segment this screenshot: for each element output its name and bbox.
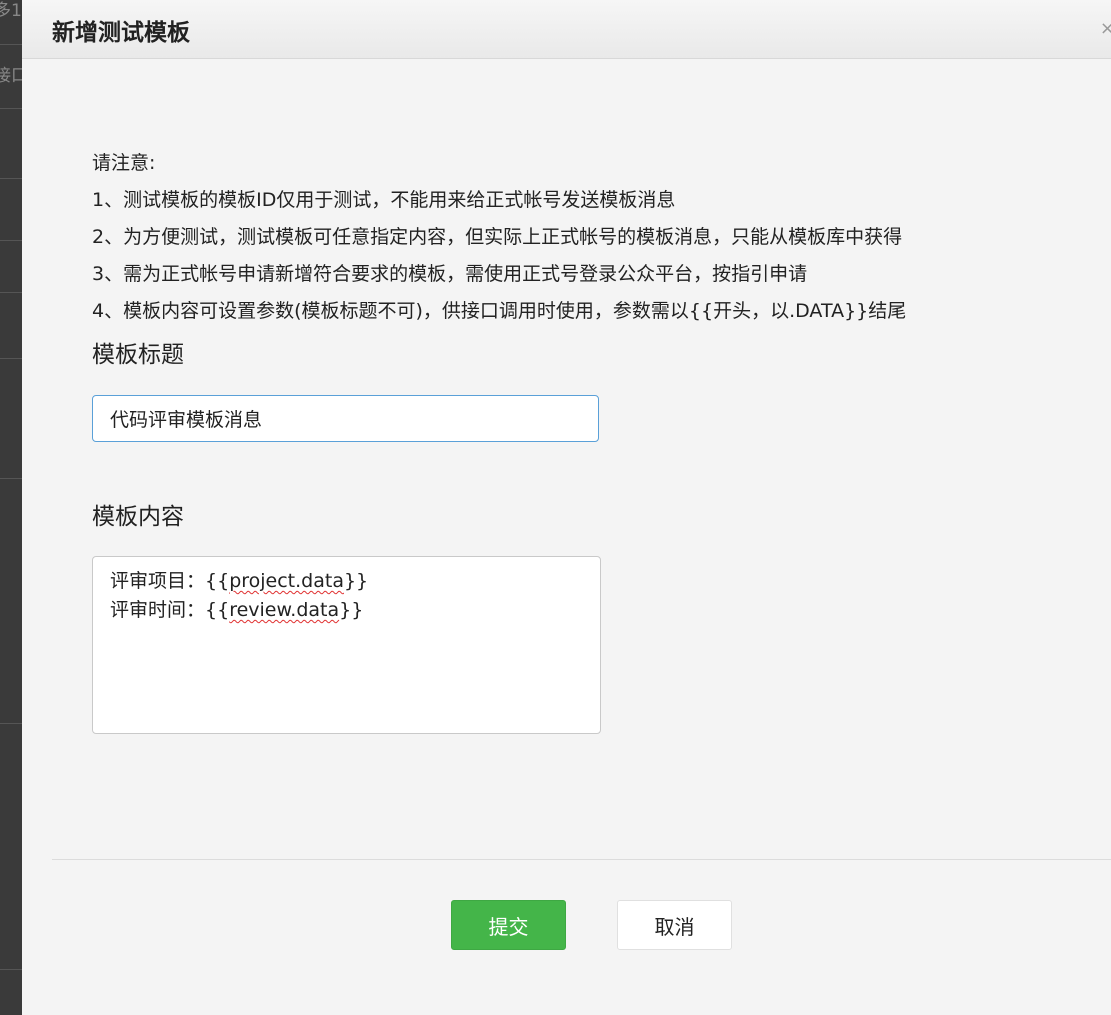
notice-item: 1、测试模板的模板ID仅用于测试，不能用来给正式帐号发送模板消息 bbox=[92, 189, 676, 211]
spellcheck-flag: project.data bbox=[229, 570, 344, 592]
background-cell bbox=[0, 108, 22, 179]
template-content-label: 模板内容 bbox=[92, 504, 184, 530]
dialog-header: 新增测试模板 × bbox=[22, 0, 1111, 59]
footer-divider bbox=[52, 859, 1111, 860]
template-title-label: 模板标题 bbox=[92, 342, 184, 368]
cancel-button[interactable]: 取消 bbox=[617, 900, 732, 950]
notice-item: 3、需为正式帐号申请新增符合要求的模板，需使用正式号登录公众平台，按指引申请 bbox=[92, 263, 808, 285]
background-cell bbox=[0, 292, 22, 359]
background-cell bbox=[0, 358, 22, 479]
template-content-textarea[interactable]: 评审项目：{{project.data}} 评审时间：{{review.data… bbox=[92, 556, 601, 734]
add-test-template-dialog: 新增测试模板 × 请注意: 1、测试模板的模板ID仅用于测试，不能用来给正式帐号… bbox=[22, 0, 1111, 1015]
background-cell: 多1 bbox=[0, 0, 22, 45]
background-cell: 接口 bbox=[0, 44, 22, 109]
background-cell bbox=[0, 178, 22, 241]
notice-item: 4、模板内容可设置参数(模板标题不可)，供接口调用时使用，参数需以{{开头，以.… bbox=[92, 300, 907, 322]
submit-button[interactable]: 提交 bbox=[451, 900, 566, 950]
content-line: 评审项目：{{project.data}} bbox=[110, 570, 369, 592]
notice-heading: 请注意: bbox=[92, 152, 156, 174]
spellcheck-flag: review.data bbox=[229, 599, 340, 621]
background-cell bbox=[0, 478, 22, 724]
background-page-left: 多1 接口 bbox=[0, 0, 22, 1015]
dialog-title: 新增测试模板 bbox=[52, 20, 190, 46]
template-title-input[interactable] bbox=[92, 395, 599, 442]
background-cell bbox=[0, 723, 22, 970]
content-line: 评审时间：{{review.data}} bbox=[110, 599, 364, 621]
background-cell bbox=[0, 240, 22, 293]
notice-item: 2、为方便测试，测试模板可任意指定内容，但实际上正式帐号的模板消息，只能从模板库… bbox=[92, 226, 903, 248]
notice-block: 请注意: 1、测试模板的模板ID仅用于测试，不能用来给正式帐号发送模板消息 2、… bbox=[92, 145, 906, 330]
close-icon[interactable]: × bbox=[1100, 18, 1111, 39]
